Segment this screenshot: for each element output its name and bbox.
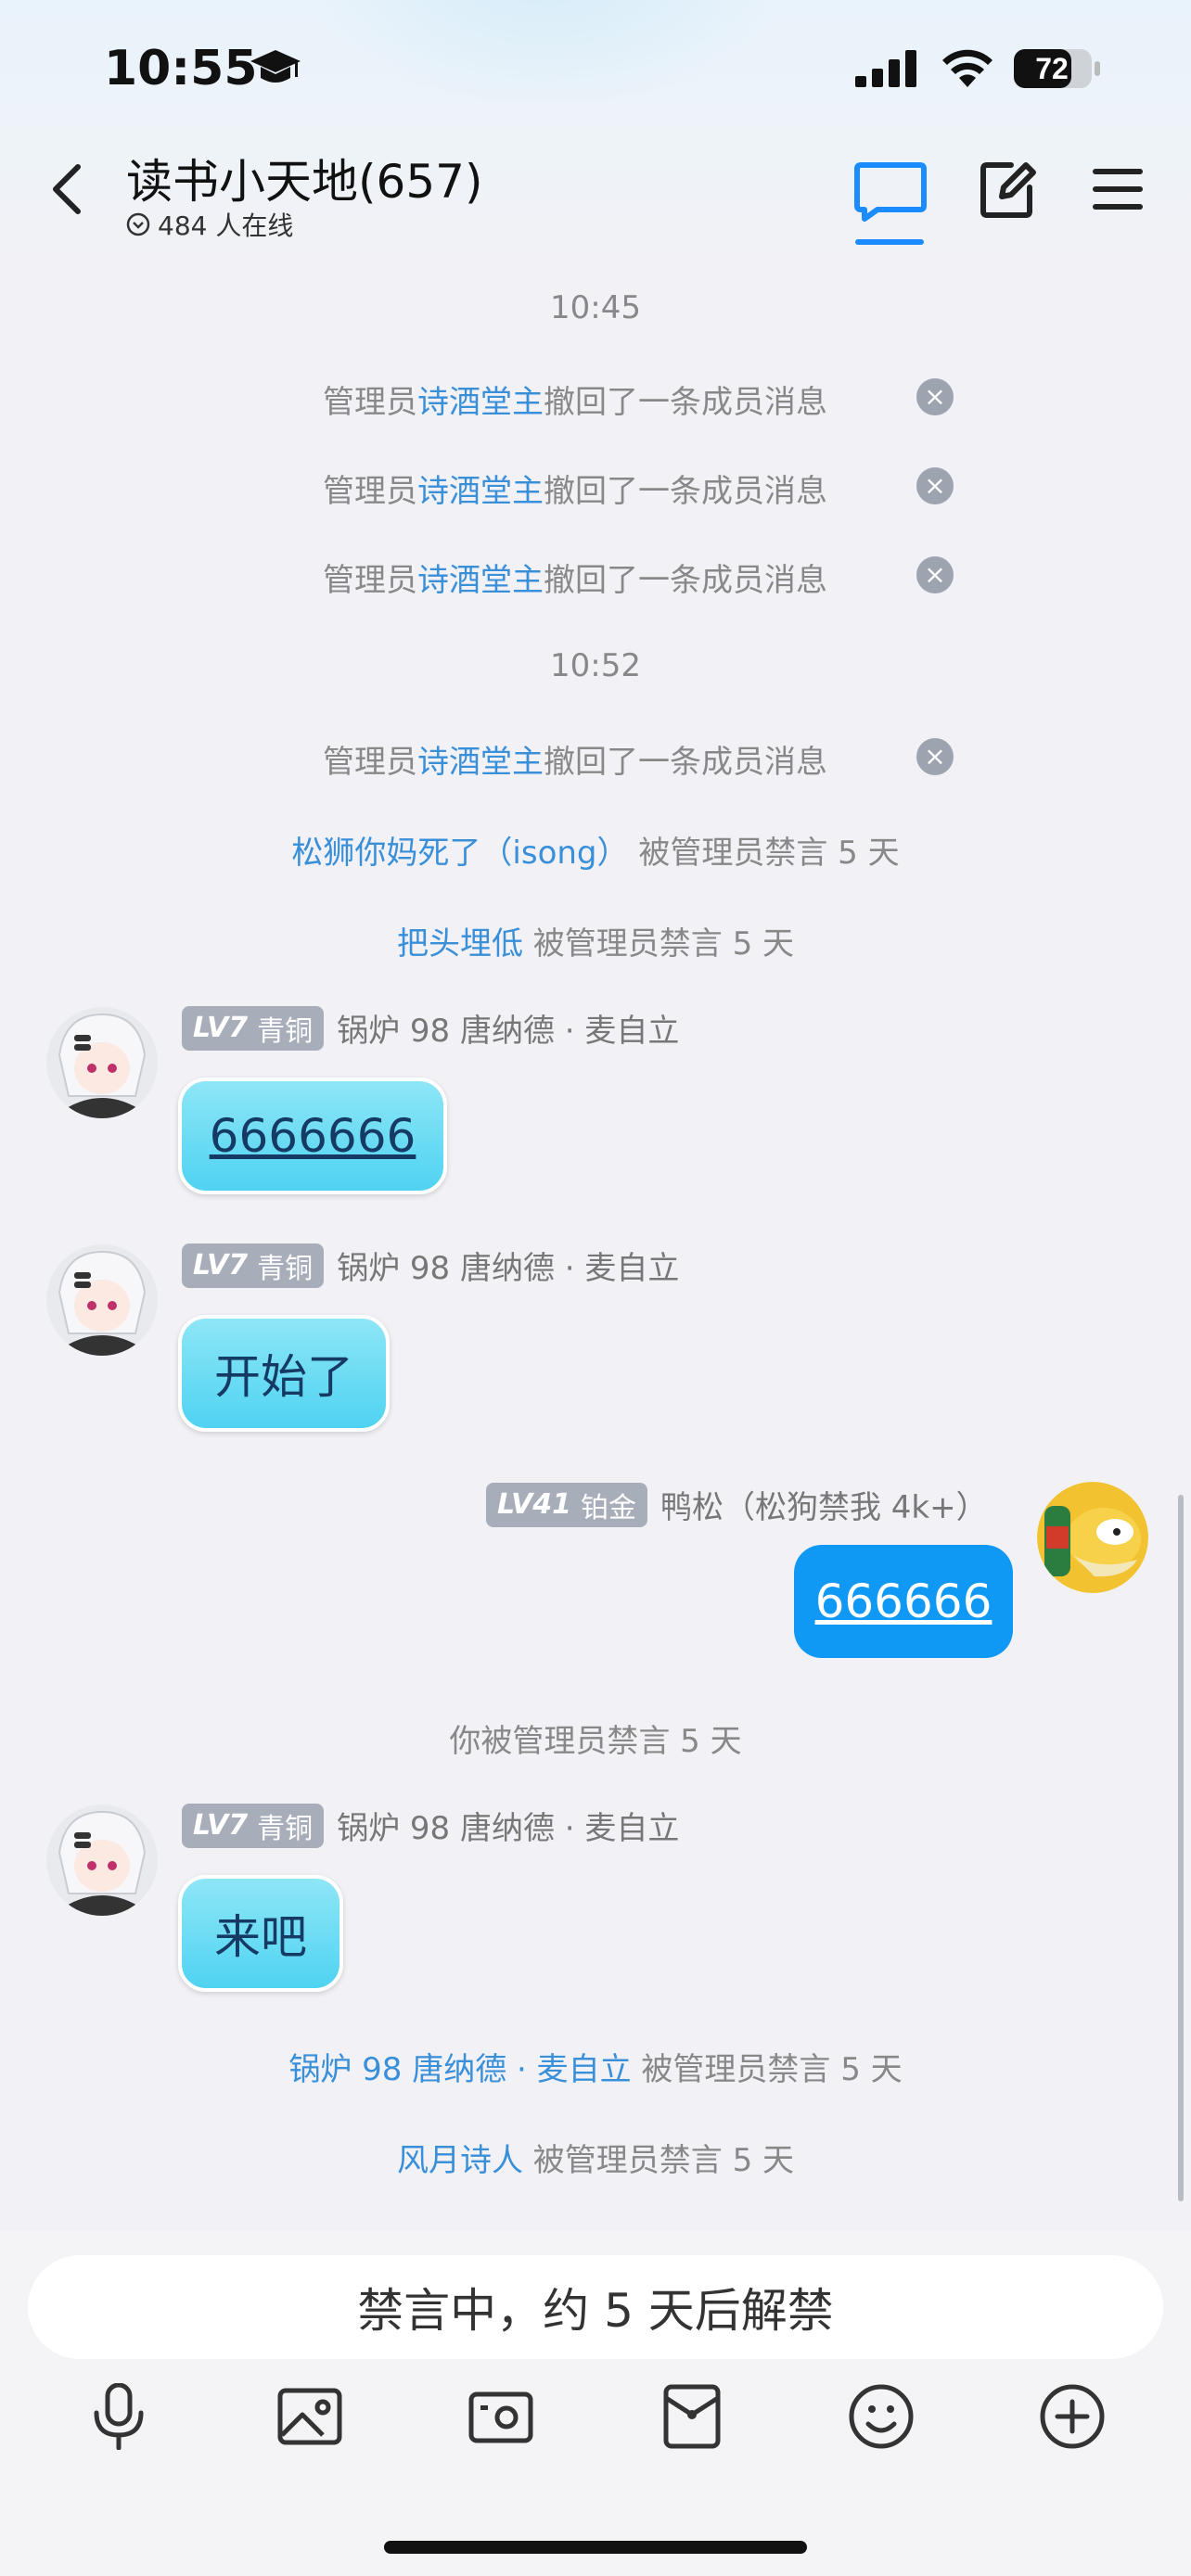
- close-icon[interactable]: ×: [916, 556, 954, 593]
- message-bubble[interactable]: 开始了: [178, 1315, 390, 1432]
- avatar[interactable]: [46, 1804, 158, 1916]
- svg-text:72: 72: [1035, 52, 1069, 85]
- home-indicator: [384, 2541, 807, 2554]
- recall-notice: 管理员诗酒堂主撤回了一条成员消息: [323, 562, 827, 599]
- ban-notice: 锅炉 98 唐纳德 · 麦自立 被管理员禁言 5 天: [288, 2051, 903, 2088]
- admin-name[interactable]: 诗酒堂主: [417, 744, 544, 781]
- ban-notice: 风月诗人 被管理员禁言 5 天: [396, 2142, 795, 2179]
- banned-user[interactable]: 把头埋低: [397, 925, 523, 963]
- plus-icon[interactable]: [1035, 2379, 1109, 2454]
- banned-user[interactable]: 锅炉 98 唐纳德 · 麦自立: [288, 2051, 631, 2088]
- recall-notice: 管理员诗酒堂主撤回了一条成员消息: [323, 384, 827, 421]
- graduation-cap-icon: [249, 46, 302, 93]
- chevron-circle-icon: [126, 212, 150, 236]
- red-packet-icon[interactable]: [655, 2379, 729, 2454]
- emoji-icon[interactable]: [844, 2379, 918, 2454]
- level-badge: LV7 青铜: [182, 1243, 325, 1288]
- status-time: 10:55: [104, 41, 258, 96]
- avatar[interactable]: [46, 1244, 158, 1356]
- sender-info: LV7 青铜 锅炉 98 唐纳德 · 麦自立: [182, 1803, 679, 1848]
- sender-name[interactable]: 锅炉 98 唐纳德 · 麦自立: [337, 1243, 679, 1288]
- online-count[interactable]: 484 人在线: [126, 206, 293, 243]
- wifi-icon: [939, 46, 996, 93]
- recall-notice: 管理员诗酒堂主撤回了一条成员消息: [323, 744, 827, 781]
- sender-info: LV7 青铜 锅炉 98 唐纳德 · 麦自立: [182, 1005, 679, 1051]
- back-icon[interactable]: [50, 163, 82, 219]
- muted-input-bar: 禁言中，约 5 天后解禁: [28, 2255, 1163, 2359]
- group-title: 读书小天地(657): [126, 155, 483, 209]
- sender-info: LV7 青铜 锅炉 98 唐纳德 · 麦自立: [182, 1243, 679, 1288]
- time-stamp: 10:45: [550, 289, 641, 326]
- level-badge: LV7 青铜: [182, 1803, 325, 1848]
- banned-user[interactable]: 松狮你妈死了（isong）: [291, 835, 628, 872]
- sender-info: LV41 铂金 鸭松（松狗禁我 4k+）: [486, 1482, 988, 1527]
- microphone-icon[interactable]: [82, 2379, 156, 2454]
- sender-name[interactable]: 锅炉 98 唐纳德 · 麦自立: [337, 1005, 679, 1051]
- admin-name[interactable]: 诗酒堂主: [417, 384, 544, 421]
- battery-icon: 72: [1013, 48, 1102, 93]
- cellular-signal-icon: [855, 50, 920, 91]
- sender-name[interactable]: 鸭松（松狗禁我 4k+）: [660, 1482, 988, 1527]
- admin-name[interactable]: 诗酒堂主: [417, 473, 544, 510]
- message-bubble[interactable]: 6666666: [178, 1078, 447, 1194]
- scrollbar[interactable]: [1178, 1495, 1184, 2201]
- message-bubble[interactable]: 666666: [794, 1545, 1013, 1658]
- banned-user[interactable]: 风月诗人: [397, 2142, 523, 2179]
- level-badge: LV41 铂金: [486, 1482, 647, 1527]
- chat-tab-icon[interactable]: [853, 159, 928, 226]
- ban-notice: 把头埋低 被管理员禁言 5 天: [396, 925, 795, 963]
- image-icon[interactable]: [273, 2379, 347, 2454]
- level-badge: LV7 青铜: [182, 1005, 325, 1051]
- menu-icon[interactable]: [1091, 167, 1145, 215]
- avatar[interactable]: [46, 1007, 158, 1118]
- ban-notice: 松狮你妈死了（isong） 被管理员禁言 5 天: [291, 835, 900, 872]
- close-icon[interactable]: ×: [916, 467, 954, 504]
- sender-name[interactable]: 锅炉 98 唐纳德 · 麦自立: [337, 1803, 679, 1848]
- close-icon[interactable]: ×: [916, 738, 954, 775]
- edit-icon[interactable]: [978, 159, 1039, 224]
- online-count-label: 484 人在线: [158, 210, 294, 241]
- avatar[interactable]: [1037, 1482, 1148, 1593]
- time-stamp: 10:52: [550, 647, 641, 684]
- camera-icon[interactable]: [464, 2379, 538, 2454]
- message-bubble[interactable]: 来吧: [178, 1875, 343, 1992]
- self-ban-notice: 你被管理员禁言 5 天: [449, 1723, 742, 1760]
- recall-notice: 管理员诗酒堂主撤回了一条成员消息: [323, 473, 827, 510]
- active-tab-indicator: [855, 239, 924, 245]
- close-icon[interactable]: ×: [916, 378, 954, 415]
- admin-name[interactable]: 诗酒堂主: [417, 562, 544, 599]
